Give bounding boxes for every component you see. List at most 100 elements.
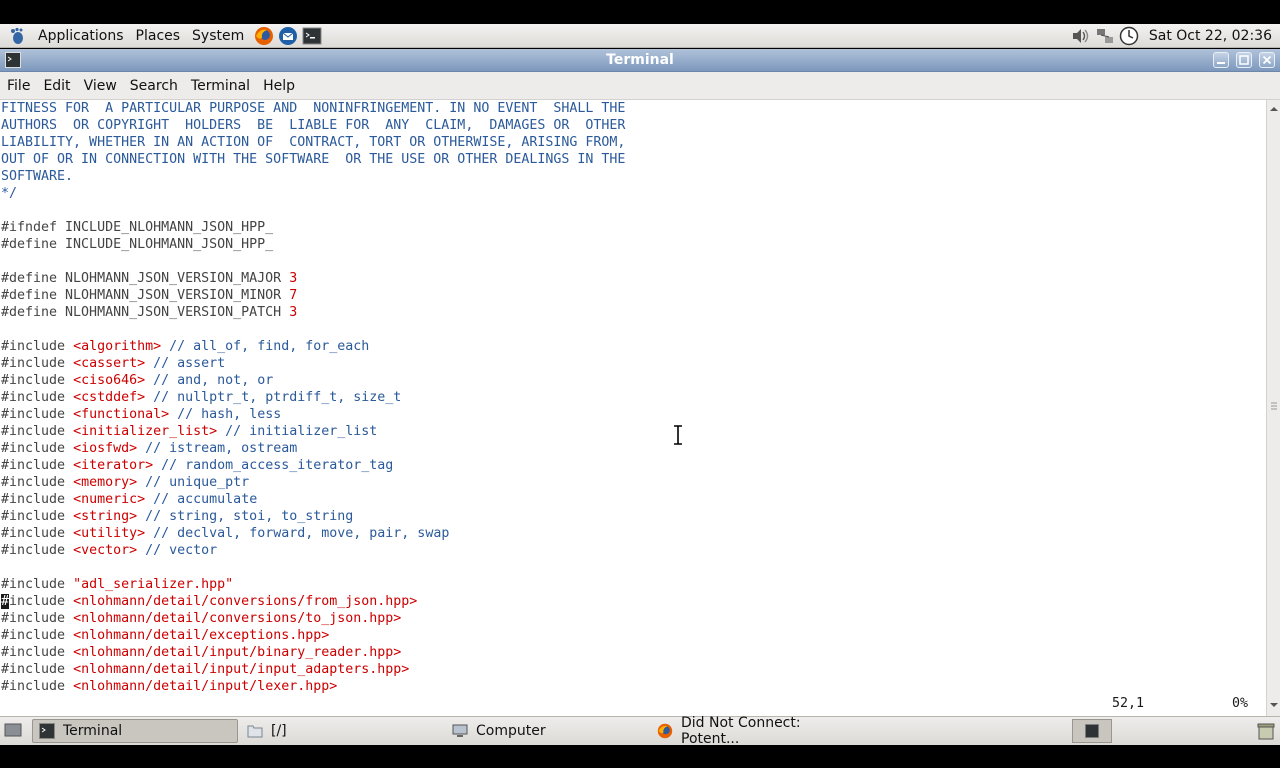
license-line: LIABILITY, WHETHER IN AN ACTION OF CONTR… [1,135,626,150]
include-header: <utility> [73,526,146,541]
top-panel: Applications Places System Sat Oct 22, 0… [0,24,1280,48]
include-keyword: #include [1,679,74,694]
include-header: <iosfwd> [73,441,138,456]
include-comment: // initializer_list [217,424,378,439]
menu-help[interactable]: Help [257,78,301,94]
screen-top-border [0,0,1280,24]
include-header: <nlohmann/detail/conversions/to_json.hpp… [73,611,402,626]
define-name: #define NLOHMANN_JSON_VERSION_MAJOR [1,271,290,286]
include-keyword: #include [1,390,74,405]
include-header: <memory> [73,475,138,490]
task-firefox[interactable]: Did Not Connect: Potent... [650,715,854,747]
include-keyword: #include [1,611,74,626]
include-keyword: #include [1,475,74,490]
include-header: <initializer_list> [73,424,218,439]
include-header: <nlohmann/detail/conversions/from_json.h… [73,594,418,609]
include-comment: // istream, ostream [137,441,298,456]
include-header: <ciso646> [73,373,146,388]
firefox-icon [657,723,673,739]
include-keyword: #include [1,407,74,422]
include-keyword: #include [1,458,74,473]
terminal-launcher-icon[interactable] [302,26,322,46]
include-comment: // all_of, find, for_each [161,339,370,354]
scroll-down-icon[interactable] [1269,700,1279,710]
include-keyword: #include [1,577,74,592]
include-comment: // nullptr_t, ptrdiff_t, size_t [145,390,402,405]
menu-edit[interactable]: Edit [37,78,76,94]
define-value: 7 [289,288,298,303]
network-icon[interactable] [1095,26,1115,46]
include-header: <nlohmann/detail/input/lexer.hpp> [73,679,338,694]
include-keyword: #include [1,662,74,677]
include-header: <iterator> [73,458,154,473]
terminal-text-area[interactable]: FITNESS FOR A PARTICULAR PURPOSE AND NON… [0,100,1266,716]
scroll-up-icon[interactable] [1269,104,1279,114]
task-terminal[interactable]: Terminal [32,719,238,743]
include-header: <numeric> [73,492,146,507]
folder-icon [247,723,263,739]
applications-menu[interactable]: Applications [32,28,130,44]
include-comment: // hash, less [169,407,282,422]
define-name: #define NLOHMANN_JSON_VERSION_PATCH [1,305,290,320]
show-desktop-icon[interactable] [4,722,22,742]
license-line: AUTHORS OR COPYRIGHT HOLDERS BE LIABLE F… [1,118,626,133]
vertical-scrollbar[interactable] [1266,100,1280,716]
include-keyword: #include [1,509,74,524]
include-header: <cassert> [73,356,146,371]
firefox-launcher-icon[interactable] [254,26,274,46]
define-value: 3 [289,305,298,320]
minimize-button[interactable] [1213,52,1229,68]
terminal-menubar: File Edit View Search Terminal Help [0,72,1280,100]
gnome-foot-icon[interactable] [8,27,26,45]
include-keyword: #include [1,373,74,388]
scroll-percent: 0% [1232,696,1249,711]
ifndef-line: #ifndef INCLUDE_NLOHMANN_JSON_HPP_ [1,220,274,235]
workspace-terminal-icon [1085,724,1099,738]
volume-icon[interactable] [1071,26,1091,46]
menu-terminal[interactable]: Terminal [185,78,256,94]
close-button[interactable] [1259,52,1275,68]
license-line: SOFTWARE. [1,169,74,184]
include-header: <vector> [73,543,138,558]
thunderbird-launcher-icon[interactable] [278,26,298,46]
workspace-switcher[interactable] [1072,719,1112,743]
clock[interactable]: Sat Oct 22, 02:36 [1149,28,1272,44]
include-header: <string> [73,509,138,524]
task-label: Did Not Connect: Potent... [681,715,801,747]
include-keyword: #include [1,543,74,558]
include-keyword: #include [1,356,74,371]
include-comment: // and, not, or [145,373,274,388]
menu-file[interactable]: File [1,78,36,94]
include-comment: // accumulate [145,492,258,507]
include-keyword-rest: include [9,594,74,609]
task-file-browser[interactable]: [/] [240,719,443,743]
comment-end: */ [1,186,18,201]
include-keyword: #include [1,441,74,456]
menu-view[interactable]: View [78,78,123,94]
include-keyword: #include [1,645,74,660]
include-comment: // vector [137,543,218,558]
menu-search[interactable]: Search [124,78,184,94]
task-computer[interactable]: Computer [445,719,648,743]
terminal-icon [39,723,55,739]
scroll-grip-icon[interactable] [1270,400,1278,412]
maximize-icon [1239,55,1249,65]
trash-icon[interactable] [1256,721,1276,745]
include-keyword: #include [1,424,74,439]
places-menu[interactable]: Places [130,28,187,44]
computer-icon [452,723,468,739]
include-comment: // random_access_iterator_tag [153,458,394,473]
system-menu[interactable]: System [186,28,250,44]
include-header: "adl_serializer.hpp" [73,577,234,592]
include-comment: // unique_ptr [137,475,250,490]
include-header: <nlohmann/detail/input/binary_reader.hpp… [73,645,402,660]
task-label: Computer [476,723,546,739]
maximize-button[interactable] [1236,52,1252,68]
clock-icon [1119,26,1139,46]
include-keyword: #include [1,492,74,507]
include-keyword: #include [1,526,74,541]
define-value: 3 [289,271,298,286]
text-cursor: # [1,594,10,609]
window-titlebar[interactable]: Terminal [0,49,1280,72]
source-code: FITNESS FOR A PARTICULAR PURPOSE AND NON… [1,100,625,695]
